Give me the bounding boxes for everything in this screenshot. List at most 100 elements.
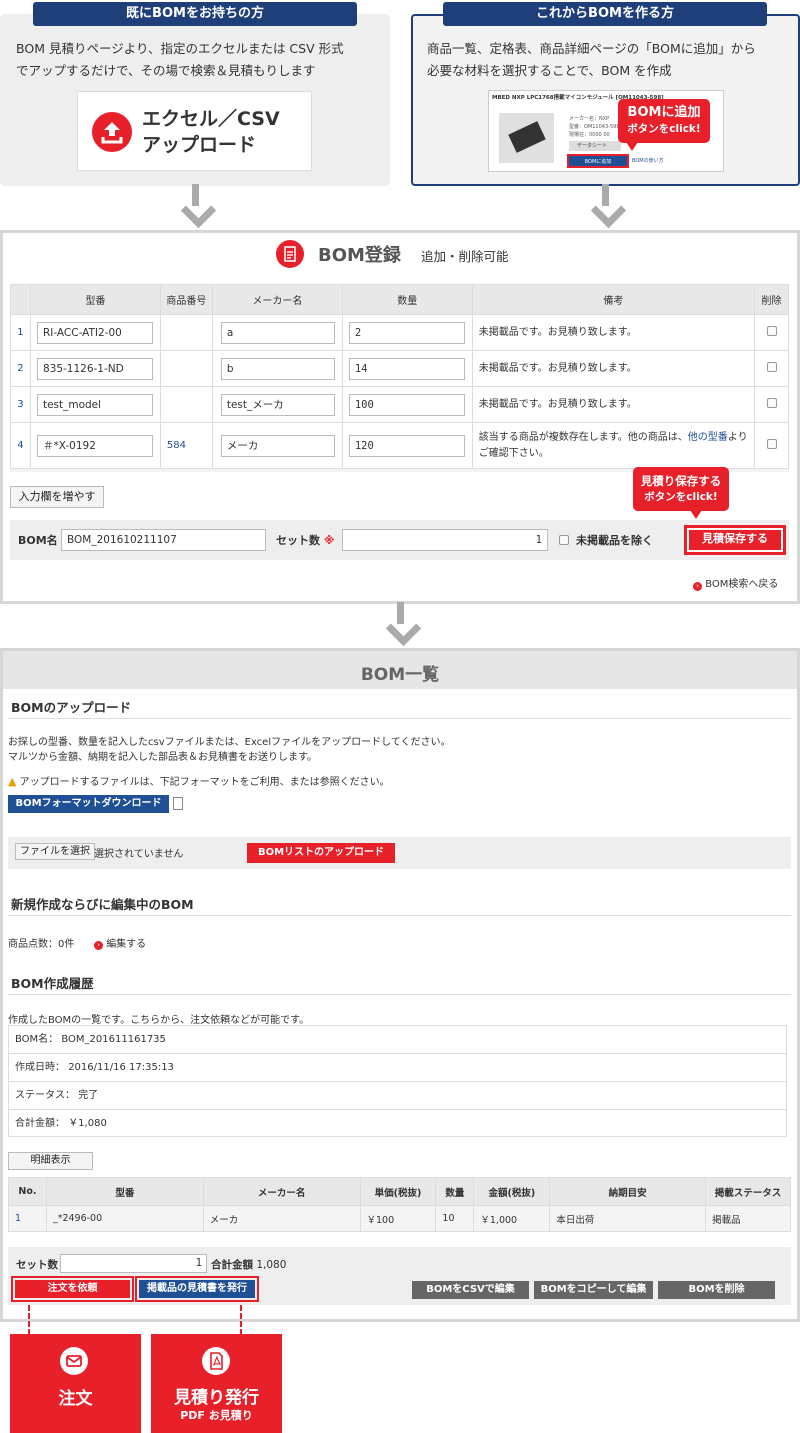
detail-view-button[interactable]: 明細表示 xyxy=(8,1152,93,1170)
delete-checkbox[interactable] xyxy=(766,326,777,336)
set-count-input[interactable]: 1 xyxy=(60,1254,207,1273)
delete-bom-button[interactable]: BOMを削除 xyxy=(658,1281,775,1299)
product-no-link[interactable] xyxy=(159,386,213,423)
product-image xyxy=(499,113,554,163)
table-row: 3 test_model test_メーカ 100 未掲載品です。お見積り致します。 xyxy=(10,386,789,423)
upload-label: エクセル／CSV アップロード xyxy=(142,108,280,156)
product-no-link[interactable] xyxy=(159,314,213,351)
col-delete: 削除 xyxy=(754,284,789,315)
order-big-button[interactable]: 注文 xyxy=(10,1334,141,1433)
add-to-bom-callout: BOMに追加 ボタンをclick! xyxy=(618,99,710,143)
arrow-down-icon xyxy=(178,184,212,232)
info-label: 合計金額 xyxy=(15,1118,55,1129)
choose-file-button[interactable]: ファイルを選択 xyxy=(15,843,95,860)
save-quote-button[interactable]: 見積保存する xyxy=(684,525,786,555)
exclude-unlisted-checkbox[interactable] xyxy=(559,535,569,545)
col-product-no: 商品番号 xyxy=(159,284,213,315)
col-delivery: 納期目安 xyxy=(549,1177,707,1206)
col-unit-price: 単価(税抜) xyxy=(359,1177,437,1206)
maker-input[interactable]: b xyxy=(220,357,335,380)
bom-info-box: BOM名： BOM_201611161735 作成日時： 2016/11/16 1… xyxy=(8,1025,787,1137)
edit-bom-link[interactable]: › 編集する xyxy=(94,935,146,950)
bom-info-row: 合計金額： ￥1,080 xyxy=(15,1118,107,1129)
delete-checkbox[interactable] xyxy=(766,398,777,408)
add-to-bom-button-sample: BOMに追加 xyxy=(567,154,629,168)
csv-edit-button[interactable]: BOMをCSVで編集 xyxy=(412,1281,529,1299)
delete-checkbox[interactable] xyxy=(766,439,777,449)
cell-amount: ￥1,000 xyxy=(473,1205,551,1232)
total-amount: 合計金額 1,080 xyxy=(211,1259,287,1271)
order-label: 注文 xyxy=(58,1389,93,1409)
add-rows-button[interactable]: 入力欄を増やす xyxy=(10,486,104,508)
qty-input[interactable]: 100 xyxy=(348,393,465,416)
row-number: 1 xyxy=(10,314,31,351)
maker-input[interactable]: メーカ xyxy=(220,434,335,457)
existing-bom-tab: 既にBOMをお持ちの方 xyxy=(33,2,357,26)
info-label: BOM名 xyxy=(15,1034,49,1045)
note-cell: 該当する商品が複数存在します。他の商品は、他の型番より ご確認下さい。 xyxy=(471,422,756,469)
other-model-link[interactable]: 他の型番 xyxy=(688,432,728,443)
back-to-search-link[interactable]: › BOM検索へ戻る xyxy=(693,575,778,591)
row-number: 4 xyxy=(10,422,31,469)
document-icon xyxy=(276,240,304,268)
maker-input[interactable]: a xyxy=(220,321,335,344)
quote-big-button[interactable]: 見積り発行 PDF お見積り xyxy=(151,1334,282,1433)
bom-register-title: BOM登録 xyxy=(318,245,401,266)
existing-bom-desc: BOM 見積りページより、指定のエクセルまたは CSV 形式 でアップするだけで… xyxy=(16,41,344,78)
delete-checkbox[interactable] xyxy=(766,362,777,372)
arrow-down-icon xyxy=(383,602,417,650)
upload-icon xyxy=(92,112,132,152)
qty-input[interactable]: 2 xyxy=(348,321,465,344)
format-download-button[interactable]: BOMフォーマットダウンロード xyxy=(8,795,169,813)
set-count-input[interactable]: 1 xyxy=(342,529,548,551)
col-note: 備考 xyxy=(471,284,756,315)
maker-input[interactable]: test_メーカ xyxy=(220,393,335,416)
col-model: 型番 xyxy=(29,284,161,315)
col-maker: メーカー名 xyxy=(211,284,343,315)
file-doc-icon xyxy=(173,797,183,810)
bom-upload-button[interactable]: BOMリストのアップロード xyxy=(247,843,395,863)
connector-line xyxy=(28,1305,30,1335)
bom-list-title: BOM一覧 xyxy=(360,665,440,685)
item-count: 商品点数：0件 xyxy=(8,939,75,950)
history-title: BOM作成履歴 xyxy=(11,976,94,991)
quote-label: 見積り発行 xyxy=(174,1388,259,1408)
model-input[interactable]: 835-1126-1-ND xyxy=(36,357,153,380)
save-quote-callout: 見積り保存する ボタンをclick! xyxy=(633,467,729,511)
bom-name-input[interactable]: BOM_201610211107 xyxy=(61,529,266,551)
bom-info-row: 作成日時： 2016/11/16 17:35:13 xyxy=(9,1054,786,1082)
bom-register-subtitle: 追加・削除可能 xyxy=(421,249,509,264)
order-request-button[interactable]: 注文を依頼 xyxy=(15,1280,130,1298)
table-row: 2 835-1126-1-ND b 14 未掲載品です。お見積り致します。 xyxy=(10,350,789,387)
info-label: 作成日時 xyxy=(15,1062,55,1073)
excel-csv-upload-button[interactable]: エクセル／CSV アップロード xyxy=(77,91,312,171)
model-input[interactable]: RI-ACC-ATI2-00 xyxy=(36,321,153,344)
bom-name-label: BOM名 xyxy=(18,534,58,547)
upload-desc: お探しの型番、数量を記入したcsvファイルまたは、Excelファイルをアップロー… xyxy=(8,737,451,763)
cell-maker: メーカ xyxy=(202,1205,361,1232)
model-input[interactable]: test_model xyxy=(36,393,153,416)
col-qty: 数量 xyxy=(341,284,473,315)
quote-sub-label: PDF お見積り xyxy=(180,1409,253,1422)
product-no-link[interactable]: 584 xyxy=(159,422,213,469)
file-upload-bar: ファイルを選択 選択されていません BOMリストのアップロード xyxy=(8,837,791,869)
qty-input[interactable]: 14 xyxy=(348,357,465,380)
col-amount: 金額(税抜) xyxy=(473,1177,551,1206)
info-value: BOM_201611161735 xyxy=(61,1034,166,1045)
copy-edit-button[interactable]: BOMをコピーして編集 xyxy=(534,1281,653,1299)
row-number: 3 xyxy=(10,386,31,423)
col-maker: メーカー名 xyxy=(202,1177,361,1206)
cell-model: _*2496-00 xyxy=(45,1205,204,1232)
row-number: 2 xyxy=(10,350,31,387)
history-desc: 作成したBOMの一覧です。こちらから、注文依頼などが可能です。 xyxy=(8,1015,310,1026)
set-count-label: セット数 ※ xyxy=(276,534,335,547)
product-no-link[interactable] xyxy=(159,350,213,387)
bom-list-action-bar: セット数 1 合計金額 1,080 注文を依頼 掲載品の見積書を発行 BOMをC… xyxy=(8,1247,791,1305)
mail-icon xyxy=(60,1347,88,1375)
cell-qty: 10 xyxy=(435,1205,475,1232)
qty-input[interactable]: 120 xyxy=(348,434,465,457)
model-input[interactable]: ＃*X-0192 xyxy=(36,434,153,457)
info-value: 2016/11/16 17:35:13 xyxy=(68,1062,174,1073)
upload-section-title: BOMのアップロード xyxy=(11,700,132,715)
quote-issue-button[interactable]: 掲載品の見積書を発行 xyxy=(139,1280,255,1298)
